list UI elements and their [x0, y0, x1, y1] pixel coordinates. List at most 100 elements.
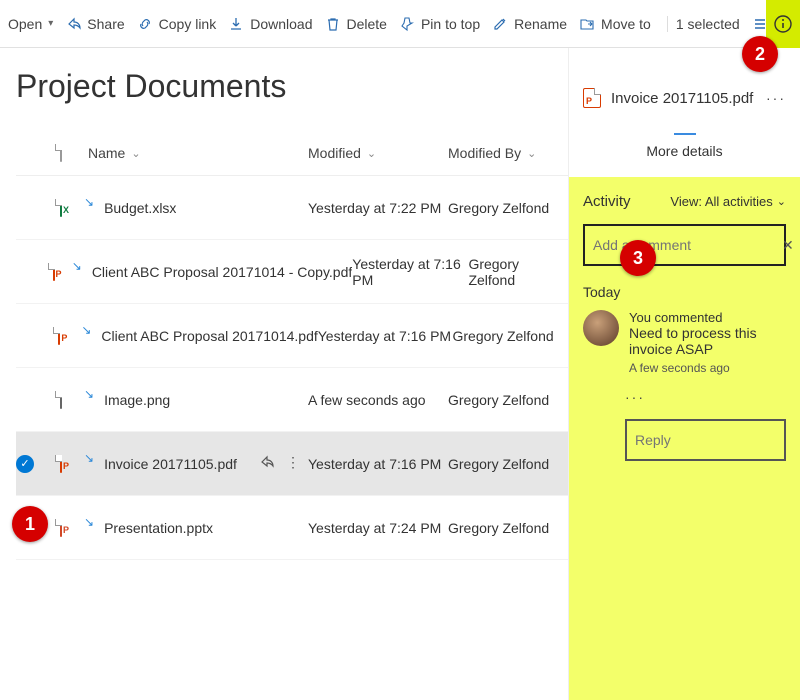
- modified-value: Yesterday at 7:16 PM: [318, 328, 451, 344]
- details-more-menu[interactable]: ···: [766, 90, 786, 106]
- file-icon: [60, 144, 62, 162]
- add-comment-box[interactable]: ✕: [583, 224, 786, 266]
- modified-by-value: Gregory Zelfond: [448, 520, 549, 536]
- command-bar: Open ▾ Share Copy link Download Delete P…: [0, 0, 800, 48]
- avatar: [583, 310, 619, 346]
- column-headers: Name ⌄ Modified ⌄ Modified By ⌄: [16, 145, 568, 176]
- modified-by-value: Gregory Zelfond: [468, 256, 568, 288]
- file-name: Presentation.pptx: [104, 520, 213, 536]
- delete-label: Delete: [347, 16, 387, 32]
- name-column-header[interactable]: Name ⌄: [88, 145, 308, 161]
- modified-value: Yesterday at 7:16 PM: [352, 256, 468, 288]
- file-row[interactable]: ✓ P ↘ Invoice 20171105.pdf ⋮ Yesterday at 7:1…: [16, 432, 568, 496]
- share-label: Share: [87, 16, 124, 32]
- activity-view-label: View: All activities: [670, 194, 772, 209]
- delete-button[interactable]: Delete: [325, 16, 387, 32]
- copy-link-label: Copy link: [159, 16, 217, 32]
- chevron-down-icon: ▾: [48, 18, 53, 29]
- share-icon: [65, 16, 81, 32]
- activity-heading: Activity: [583, 193, 631, 210]
- file-name: Client ABC Proposal 20171014.pdf: [101, 328, 317, 344]
- pdf-icon: P: [58, 327, 60, 345]
- annotation-callout-2: 2: [742, 36, 778, 72]
- pdf-icon: P: [53, 263, 55, 281]
- activity-entry-time: A few seconds ago: [629, 361, 786, 375]
- file-name: Budget.xlsx: [104, 200, 176, 216]
- file-row[interactable]: P ↘ Presentation.pptx Yesterday at 7:24 PM G…: [16, 496, 568, 560]
- more-icon[interactable]: ⋮: [286, 454, 300, 473]
- annotation-callout-3: 3: [620, 240, 656, 276]
- modified-by-value: Gregory Zelfond: [448, 392, 549, 408]
- pptx-icon: P: [60, 519, 62, 537]
- more-details-link[interactable]: More details: [583, 143, 786, 159]
- comment-input[interactable]: [593, 237, 774, 253]
- pdf-icon: P: [60, 455, 62, 473]
- rename-button[interactable]: Rename: [492, 16, 567, 32]
- modified-value: Yesterday at 7:16 PM: [308, 456, 441, 472]
- pdf-icon: P: [583, 88, 601, 108]
- modified-header-label: Modified: [308, 145, 361, 161]
- file-row[interactable]: P ↘ Client ABC Proposal 20171014.pdfYester…: [16, 304, 568, 368]
- selection-count-label: 1 selected: [676, 16, 740, 32]
- modified-by-header-label: Modified By: [448, 145, 521, 161]
- info-icon: [773, 14, 793, 34]
- share-button[interactable]: Share: [65, 16, 124, 32]
- copy-link-button[interactable]: Copy link: [137, 16, 217, 32]
- selection-count: 1 selected: [667, 16, 740, 32]
- activity-entry-heading: You commented: [629, 310, 786, 325]
- file-row[interactable]: ↘Image.pngA few seconds agoGregory Zelfo…: [16, 368, 568, 432]
- rename-label: Rename: [514, 16, 567, 32]
- pin-label: Pin to top: [421, 16, 480, 32]
- clear-icon[interactable]: ✕: [782, 237, 794, 254]
- move-icon: [579, 16, 595, 32]
- activity-entry: You commented Need to process this invoi…: [583, 310, 786, 375]
- new-indicator-icon: ↘: [84, 451, 94, 465]
- type-column-header[interactable]: [60, 145, 88, 161]
- activity-entry-menu[interactable]: ···: [625, 389, 786, 405]
- divider-icon: [674, 132, 696, 135]
- png-icon: [60, 391, 62, 409]
- pin-button[interactable]: Pin to top: [399, 16, 480, 32]
- activity-view-filter[interactable]: View: All activities ⌄: [670, 194, 786, 209]
- details-filename: Invoice 20171105.pdf: [611, 90, 753, 107]
- file-list: X ↘ Budget.xlsx Yesterday at 7:22 PM Gregory…: [16, 176, 568, 560]
- annotation-callout-1: 1: [12, 506, 48, 542]
- reply-input[interactable]: [635, 432, 800, 448]
- document-library: Project Documents Name ⌄ Modified ⌄ Modi…: [0, 48, 568, 700]
- activity-panel: Activity View: All activities ⌄ ✕ Today …: [569, 177, 800, 700]
- chevron-down-icon: ⌄: [131, 147, 140, 160]
- modified-value: A few seconds ago: [308, 392, 426, 408]
- file-name: Invoice 20171105.pdf: [104, 456, 237, 472]
- move-label: Move to: [601, 16, 651, 32]
- new-indicator-icon: ↘: [72, 259, 82, 273]
- file-row[interactable]: X↘Budget.xlsxYesterday at 7:22 PMGregory…: [16, 176, 568, 240]
- chevron-down-icon: ⌄: [527, 147, 536, 160]
- file-name: Client ABC Proposal 20171014 - Copy.pdf: [92, 264, 352, 280]
- share-icon[interactable]: [258, 454, 274, 473]
- link-icon: [137, 16, 153, 32]
- details-pane: P Invoice 20171105.pdf ··· More details …: [568, 48, 800, 700]
- modified-by-value: Gregory Zelfond: [448, 200, 549, 216]
- new-indicator-icon: ↘: [81, 323, 91, 337]
- row-checkbox[interactable]: ✓: [16, 455, 34, 473]
- modified-column-header[interactable]: Modified ⌄: [308, 145, 448, 161]
- file-row[interactable]: P ↘ Client ABC Proposal 20171014 - Copy.pd…: [16, 240, 568, 304]
- xlsx-icon: X: [60, 199, 62, 217]
- download-icon: [228, 16, 244, 32]
- reply-box[interactable]: ✕: [625, 419, 786, 461]
- rename-icon: [492, 16, 508, 32]
- modified-value: Yesterday at 7:24 PM: [308, 520, 441, 536]
- trash-icon: [325, 16, 341, 32]
- move-to-button[interactable]: Move to: [579, 16, 651, 32]
- open-menu[interactable]: Open ▾: [8, 16, 53, 32]
- modified-value: Yesterday at 7:22 PM: [308, 200, 441, 216]
- chevron-down-icon: ⌄: [777, 195, 786, 208]
- file-name: Image.png: [104, 392, 170, 408]
- name-header-label: Name: [88, 145, 125, 161]
- download-label: Download: [250, 16, 312, 32]
- download-button[interactable]: Download: [228, 16, 312, 32]
- chevron-down-icon: ⌄: [367, 147, 376, 160]
- new-indicator-icon: ↘: [84, 515, 94, 529]
- library-title: Project Documents: [16, 68, 568, 105]
- modified-by-column-header[interactable]: Modified By ⌄: [448, 145, 568, 161]
